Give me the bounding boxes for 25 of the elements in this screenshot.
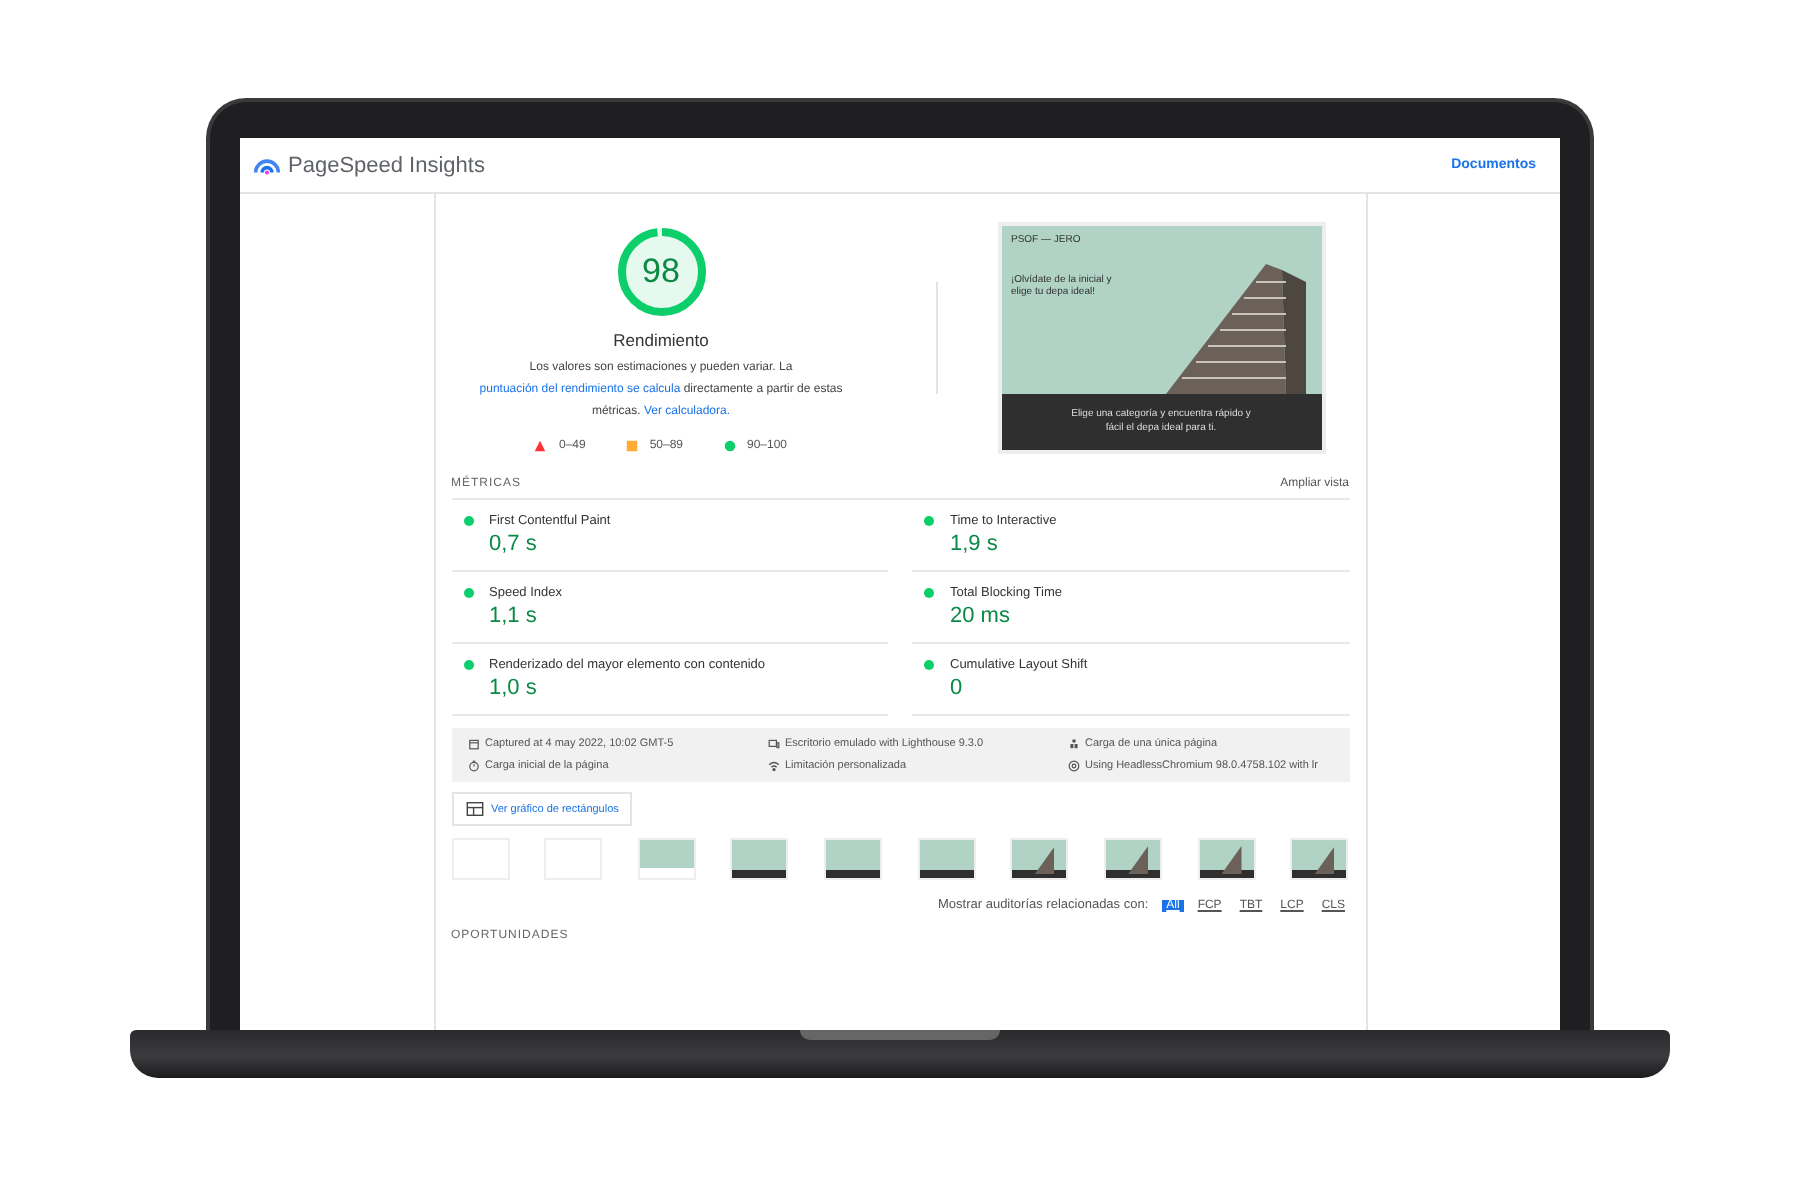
- logo-icon: [254, 155, 280, 175]
- metric-value: 0,7 s: [487, 532, 539, 556]
- score-gauge: 98: [613, 224, 709, 320]
- filmstrip-frame: [1104, 838, 1163, 880]
- metric-value: 1,0 s: [487, 676, 539, 700]
- metric-value: 1,1 s: [487, 604, 539, 628]
- treemap-icon: [465, 802, 483, 816]
- metric-value: 1,9 s: [948, 532, 1000, 556]
- score-label: Rendimiento: [613, 330, 709, 350]
- filmstrip-frame: [1010, 838, 1069, 880]
- calendar-icon: [467, 738, 479, 750]
- app-title: PageSpeed Insights: [288, 153, 485, 177]
- person-icon: [1067, 738, 1079, 750]
- globe-icon: [1067, 760, 1079, 772]
- filmstrip-frame: [917, 838, 976, 880]
- device-icon: [767, 738, 779, 750]
- filmstrip-frame: [1290, 838, 1349, 880]
- timer-icon: [467, 760, 479, 772]
- filmstrip-frame: [730, 838, 789, 880]
- metric-value: 20 ms: [948, 604, 1012, 628]
- metric-value: 0: [948, 676, 965, 700]
- wifi-icon: [767, 760, 779, 772]
- filmstrip-frame: [824, 838, 883, 880]
- filmstrip-frame: [637, 838, 696, 880]
- filmstrip-frame: [1197, 838, 1256, 880]
